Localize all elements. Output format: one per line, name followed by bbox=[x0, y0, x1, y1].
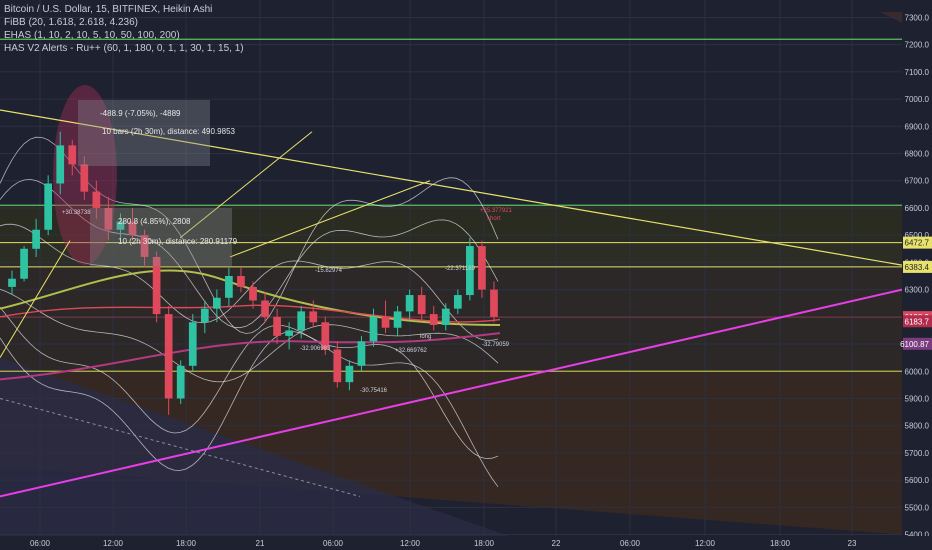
candle-body bbox=[441, 308, 450, 325]
price-tick: 6700.0 bbox=[905, 177, 930, 186]
candle-body bbox=[417, 295, 426, 315]
legend-fibb[interactable]: FiBB (20, 1.618, 2.618, 4.236) bbox=[4, 16, 244, 29]
candle-body bbox=[20, 248, 28, 279]
candle-body bbox=[188, 322, 197, 366]
candle-body bbox=[285, 330, 294, 336]
time-tick: 06:00 bbox=[620, 539, 641, 548]
price-tick: 5600.0 bbox=[905, 476, 930, 485]
price-tag-label: 6472.7 bbox=[905, 239, 930, 248]
candle-body bbox=[393, 311, 402, 328]
candle-body bbox=[200, 308, 209, 323]
price-axis-bg bbox=[902, 0, 932, 550]
price-tick: 6800.0 bbox=[905, 150, 930, 159]
time-tick: 12:00 bbox=[103, 539, 124, 548]
candle-body bbox=[8, 278, 16, 287]
time-tick: 06:00 bbox=[323, 539, 344, 548]
time-axis[interactable]: 06:00 12:00 18:00 21 06:00 12:00 18:00 22 06:00 1… bbox=[0, 536, 932, 550]
signal-label: -22.371189 bbox=[445, 266, 476, 272]
price-tick: 5700.0 bbox=[905, 449, 930, 458]
candle-body bbox=[44, 183, 53, 230]
price-tick: 6000.0 bbox=[905, 367, 930, 376]
candle-body bbox=[32, 229, 40, 249]
legend: Bitcoin / U.S. Dollar, 15, BITFINEX, Hei… bbox=[4, 3, 244, 55]
candle-body bbox=[92, 191, 101, 208]
time-tick: 23 bbox=[848, 539, 857, 548]
price-axis[interactable]: 7300.0 7200.0 7100.0 7000.0 6900.0 6800.0 6700… bbox=[900, 0, 932, 550]
price-tag-label: 6183.7 bbox=[905, 317, 930, 326]
signal-label: +25.377921 bbox=[480, 208, 513, 214]
time-tick: 06:00 bbox=[30, 539, 51, 548]
measure-label-1a: -488.9 (-7.05%), -4889 bbox=[100, 109, 181, 118]
candle-body bbox=[333, 349, 342, 383]
time-tick: 18:00 bbox=[474, 539, 495, 548]
candle-body bbox=[369, 316, 378, 342]
time-tick: 21 bbox=[256, 539, 265, 548]
signal-label: -15.82974 bbox=[315, 268, 343, 274]
price-tag-label: 6383.4 bbox=[905, 263, 930, 272]
candle-body bbox=[345, 365, 354, 383]
price-tick: 7000.0 bbox=[905, 95, 930, 104]
signal-label: -32.906983 bbox=[300, 346, 331, 352]
candle-body bbox=[56, 145, 65, 184]
time-tick: 12:00 bbox=[400, 539, 421, 548]
time-tick: 12:00 bbox=[695, 539, 716, 548]
price-tick: 7300.0 bbox=[905, 13, 930, 22]
price-tick: 5500.0 bbox=[905, 503, 930, 512]
legend-has-alerts[interactable]: HAS V2 Alerts - Ru++ (60, 1, 180, 0, 1, … bbox=[4, 42, 244, 55]
candle-body bbox=[212, 297, 221, 309]
candle-body bbox=[68, 145, 77, 165]
candle-body bbox=[176, 365, 185, 399]
price-tick: 7100.0 bbox=[905, 68, 930, 77]
zone-lower-band bbox=[0, 266, 902, 372]
measure-label-2a: 280.8 (4.85%), 2808 bbox=[118, 217, 191, 226]
candle-body bbox=[309, 311, 318, 323]
candle-body bbox=[273, 316, 281, 336]
legend-symbol[interactable]: Bitcoin / U.S. Dollar, 15, BITFINEX, Hei… bbox=[4, 3, 244, 16]
candle-body bbox=[164, 314, 173, 399]
signal-label: +32.669762 bbox=[395, 348, 428, 354]
signal-label: long bbox=[420, 334, 431, 340]
candle-body bbox=[478, 246, 486, 290]
signal-label: -32.79059 bbox=[482, 342, 510, 348]
time-axis-bg bbox=[0, 536, 932, 550]
price-tick: 6300.0 bbox=[905, 286, 930, 295]
price-tick: 5800.0 bbox=[905, 422, 930, 431]
candle-body bbox=[381, 316, 390, 328]
signal-label: -30.75416 bbox=[360, 388, 388, 394]
signal-label: short bbox=[487, 216, 501, 222]
measure-label-2b: 10 (2h 30m), distance: 280.91179 bbox=[118, 237, 238, 246]
time-tick: 22 bbox=[552, 539, 561, 548]
candle-body bbox=[429, 314, 438, 325]
candle-body bbox=[453, 295, 462, 309]
candle-body bbox=[249, 286, 257, 301]
candle-body bbox=[261, 300, 269, 317]
candle-body bbox=[490, 289, 498, 317]
time-tick: 18:00 bbox=[176, 539, 197, 548]
price-tick: 6600.0 bbox=[905, 204, 930, 213]
price-tick: 7200.0 bbox=[905, 41, 930, 50]
candle-body bbox=[297, 311, 306, 331]
candle-body bbox=[80, 164, 89, 192]
candle-body bbox=[237, 276, 245, 287]
measure-label-1b: 10 bars (2h 30m), distance: 490.9853 bbox=[102, 127, 236, 136]
signal-label: +30.38738 bbox=[62, 210, 91, 216]
candle-body bbox=[225, 276, 233, 298]
price-tick: 6900.0 bbox=[905, 122, 930, 131]
legend-ehas[interactable]: EHAS (1, 10, 2, 10, 5, 10, 50, 100, 200) bbox=[4, 29, 244, 42]
chart-canvas[interactable]: -488.9 (-7.05%), -4889 10 bars (2h 30m), … bbox=[0, 0, 932, 550]
candle-body bbox=[405, 295, 414, 312]
price-tag-label: 6100.87 bbox=[900, 340, 929, 349]
price-tick: 5900.0 bbox=[905, 394, 930, 403]
candle-body bbox=[357, 341, 366, 366]
chart-area[interactable]: -488.9 (-7.05%), -4889 10 bars (2h 30m), … bbox=[0, 0, 932, 550]
time-tick: 18:00 bbox=[770, 539, 791, 548]
